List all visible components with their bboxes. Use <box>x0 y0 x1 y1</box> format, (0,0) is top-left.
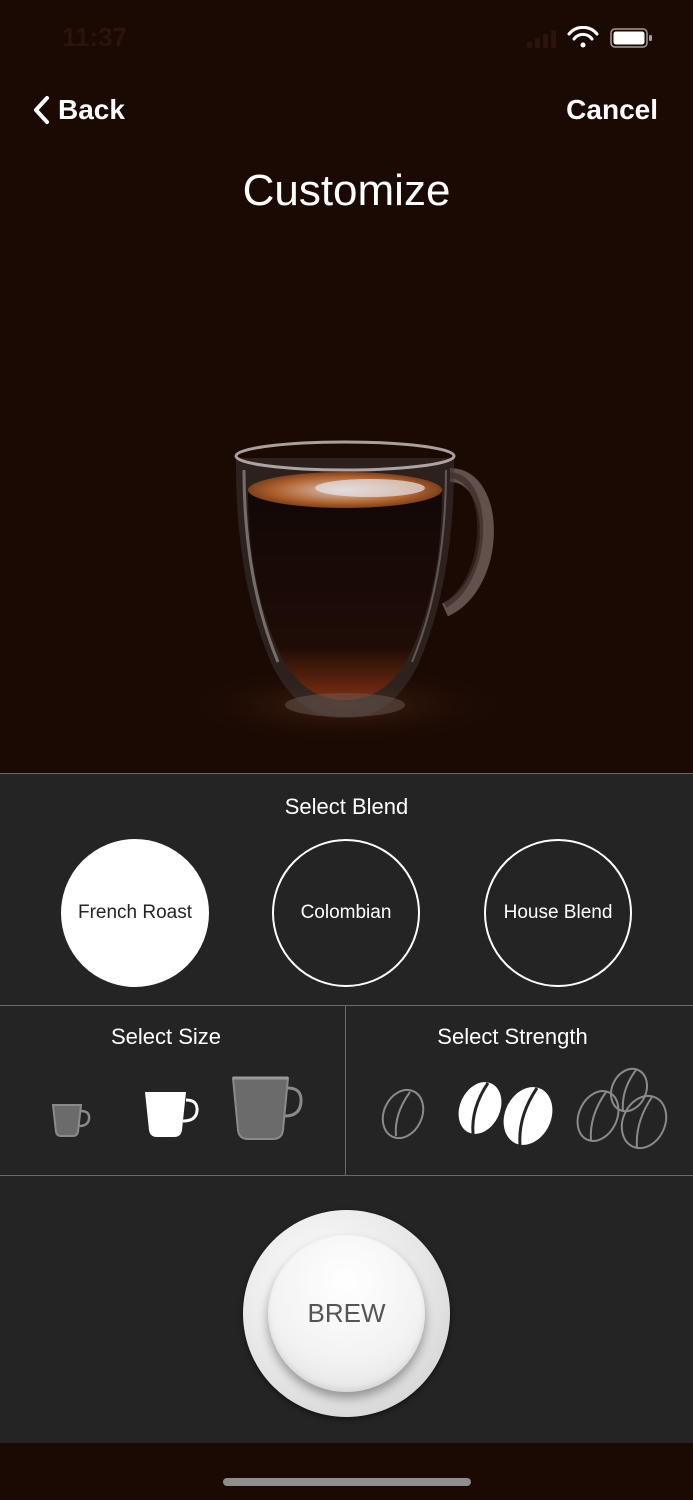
blend-title: Select Blend <box>284 794 409 819</box>
signal-icon <box>527 30 556 48</box>
brew-area: BREW <box>0 1176 693 1444</box>
chevron-left-icon <box>34 96 49 124</box>
back-label: Back <box>58 94 125 125</box>
options-panel: Select Blend French Roast Colombian Hous… <box>0 773 693 1443</box>
three-beans-icon[interactable] <box>574 1066 674 1152</box>
medium-cup-icon[interactable] <box>142 1088 200 1140</box>
back-button[interactable]: Back <box>32 94 125 126</box>
two-beans-icon[interactable] <box>456 1078 558 1148</box>
strength-title: Select Strength <box>437 1024 588 1049</box>
strength-section: Select Strength <box>346 1006 693 1176</box>
cancel-button[interactable]: Cancel <box>566 94 658 126</box>
blend-option-house-blend[interactable]: House Blend <box>484 839 632 987</box>
status-icons <box>527 26 652 48</box>
small-cup-icon[interactable] <box>50 1102 92 1138</box>
size-title: Select Size <box>110 1024 222 1049</box>
coffee-cup-image <box>175 440 515 745</box>
one-bean-icon[interactable] <box>380 1086 426 1142</box>
wifi-icon <box>567 26 599 48</box>
battery-icon <box>610 28 652 48</box>
home-indicator <box>223 1478 471 1486</box>
large-cup-icon[interactable] <box>230 1074 304 1142</box>
brew-button[interactable]: BREW <box>268 1235 425 1392</box>
page-title: Customize <box>242 166 451 215</box>
status-time: 11:37 <box>62 22 128 52</box>
blend-section: Select Blend French Roast Colombian Hous… <box>0 774 693 1006</box>
blend-option-french-roast[interactable]: French Roast <box>61 839 209 987</box>
status-bar: 11:37 <box>0 0 693 80</box>
blend-option-colombian[interactable]: Colombian <box>272 839 420 987</box>
size-section: Select Size <box>0 1006 346 1176</box>
nav-bar: Back Cancel <box>0 80 693 150</box>
